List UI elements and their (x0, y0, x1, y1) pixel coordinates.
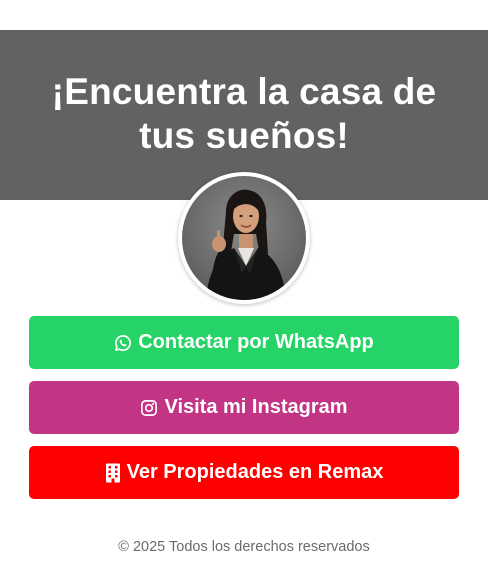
instagram-icon (141, 399, 158, 416)
instagram-button[interactable]: Visita mi Instagram (29, 381, 459, 434)
hero-title-line-1: ¡Encuentra la casa de (51, 71, 437, 112)
whatsapp-button-label: Contactar por WhatsApp (138, 331, 374, 353)
whatsapp-button[interactable]: Contactar por WhatsApp (29, 316, 459, 369)
landing-page: ¡Encuentra la casa de tus sueños! Contac… (0, 0, 488, 578)
remax-button-label: Ver Propiedades en Remax (126, 461, 384, 483)
avatar (182, 176, 306, 300)
avatar-frame (178, 172, 310, 304)
building-icon (105, 463, 120, 482)
whatsapp-icon (115, 334, 132, 351)
instagram-button-label: Visita mi Instagram (164, 396, 348, 418)
profile-photo (206, 189, 286, 300)
footer-copyright: © 2025 Todos los derechos reservados (118, 539, 370, 555)
hero-title-line-2: tus sueños! (139, 115, 349, 156)
remax-button[interactable]: Ver Propiedades en Remax (29, 446, 459, 499)
hero-title: ¡Encuentra la casa de tus sueños! (20, 70, 468, 158)
